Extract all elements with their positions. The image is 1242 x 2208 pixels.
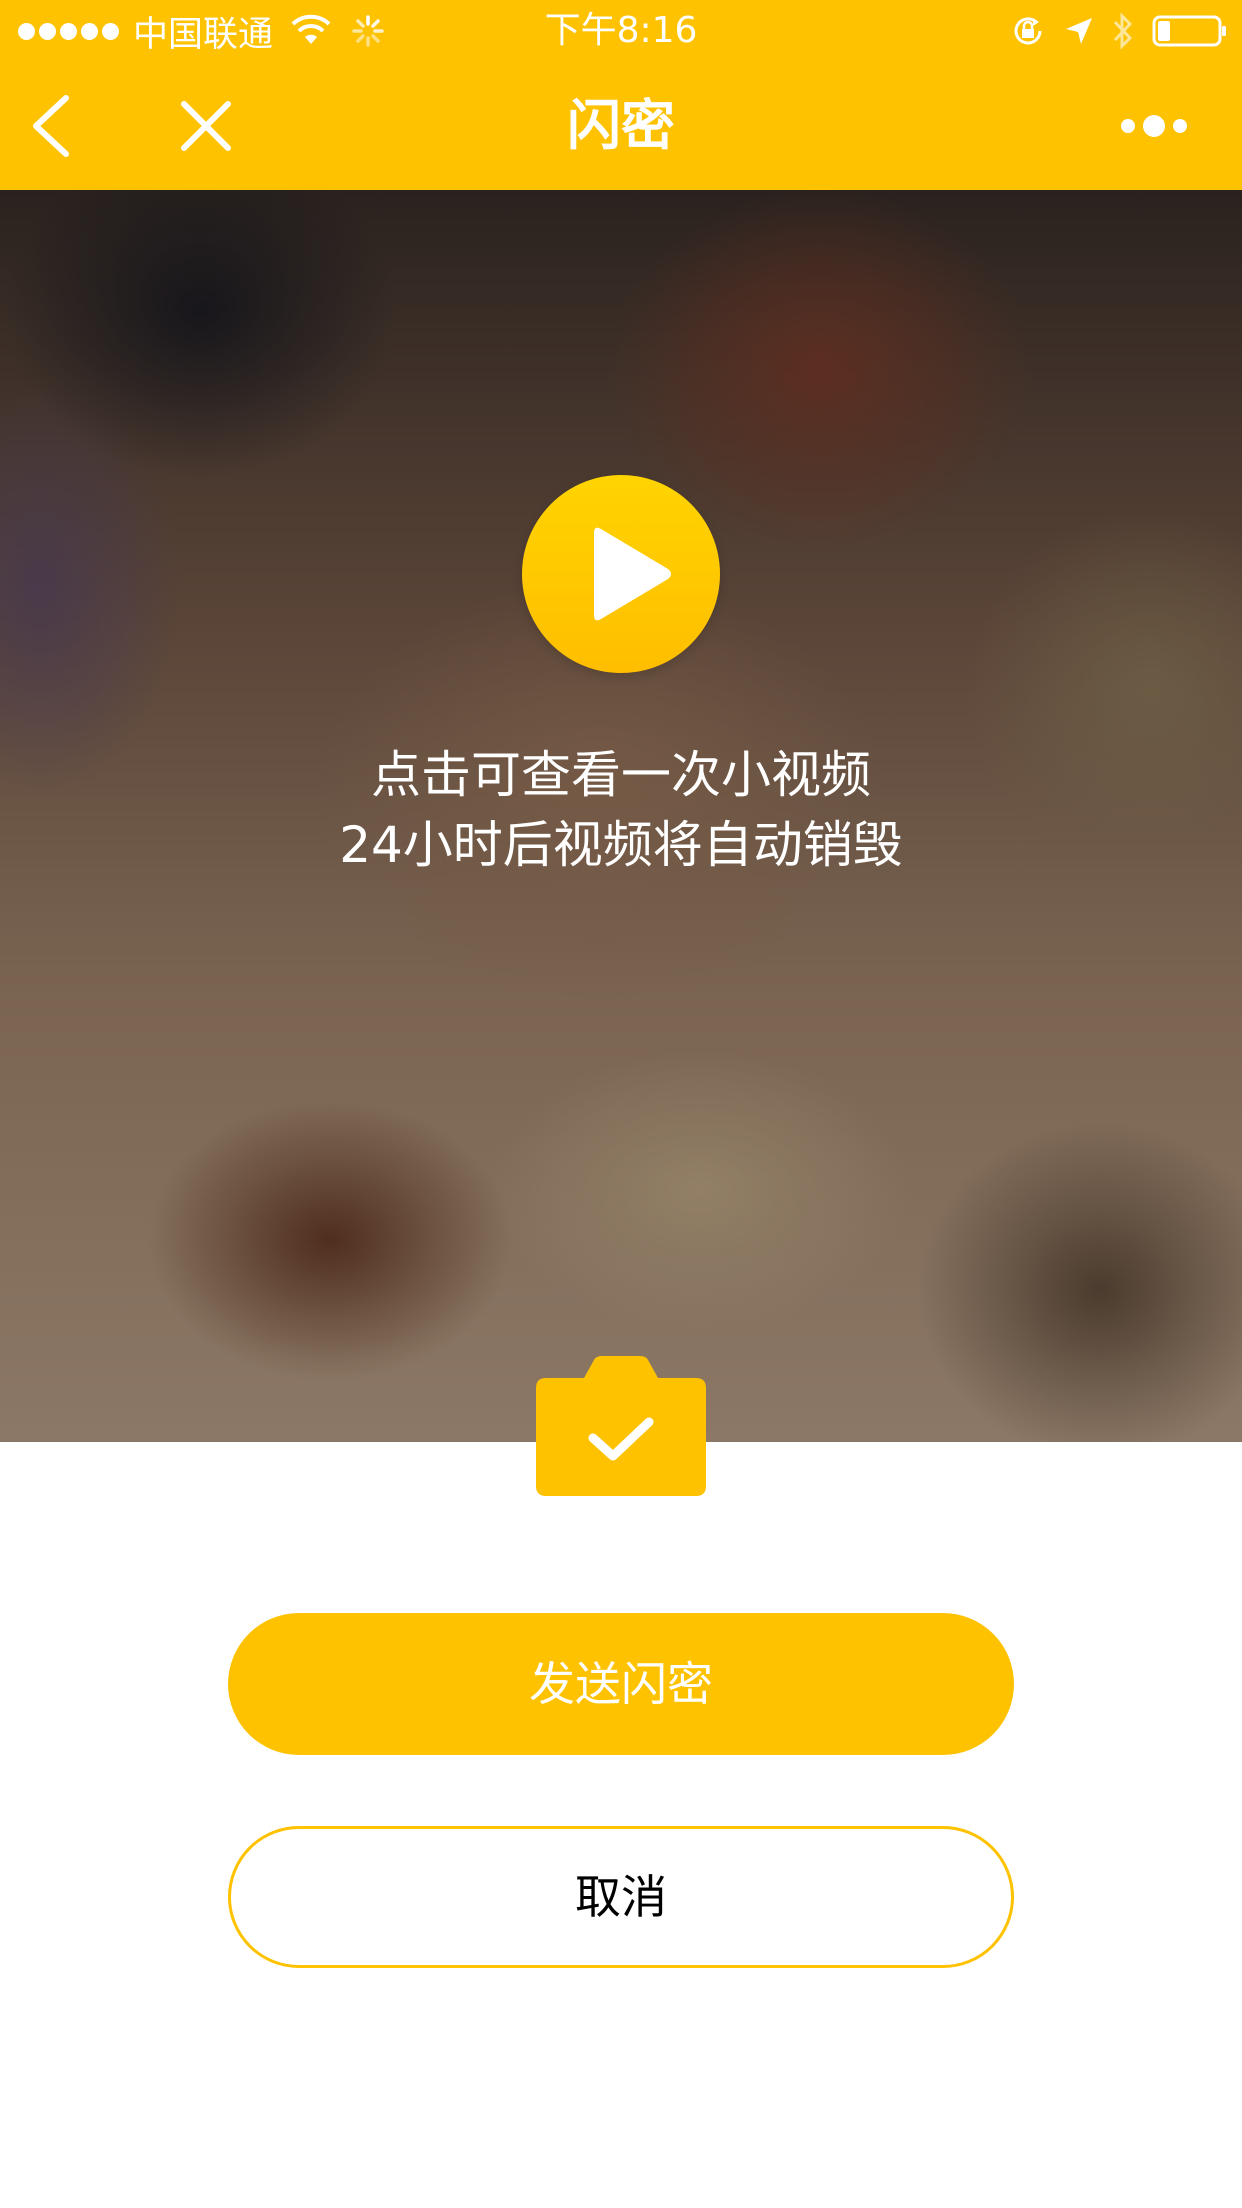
page-title: 闪密	[567, 94, 675, 157]
cancel-button[interactable]: 取消	[228, 1826, 1014, 1968]
bluetooth-icon	[1113, 12, 1133, 50]
location-arrow-icon	[1066, 18, 1092, 44]
play-button[interactable]	[522, 475, 720, 673]
play-icon	[594, 527, 671, 621]
status-right	[992, 8, 1228, 54]
camera-check-icon	[536, 1356, 706, 1496]
video-preview[interactable]: 点击可查看一次小视频 24小时后视频将自动销毁	[0, 190, 1242, 1442]
send-flash-button[interactable]: 发送闪密	[228, 1613, 1014, 1755]
status-bar: 中国联通 下午8:16	[0, 0, 1242, 62]
more-button[interactable]	[1112, 90, 1196, 162]
orientation-lock-icon	[1014, 17, 1042, 45]
caption-line-1: 点击可查看一次小视频	[371, 746, 871, 804]
video-caption: 点击可查看一次小视频 24小时后视频将自动销毁	[0, 740, 1242, 880]
nav-bar: 闪密	[0, 62, 1242, 190]
more-dots-icon	[1121, 115, 1187, 137]
flash-secret-page: 中国联通 下午8:16 闪密 点击可查看一次小视频 24小时后视频将自动销毁 发…	[0, 0, 1242, 2208]
caption-line-2: 24小时后视频将自动销毁	[339, 816, 903, 874]
battery-level-fill	[1158, 21, 1170, 41]
battery-icon	[1152, 15, 1226, 47]
